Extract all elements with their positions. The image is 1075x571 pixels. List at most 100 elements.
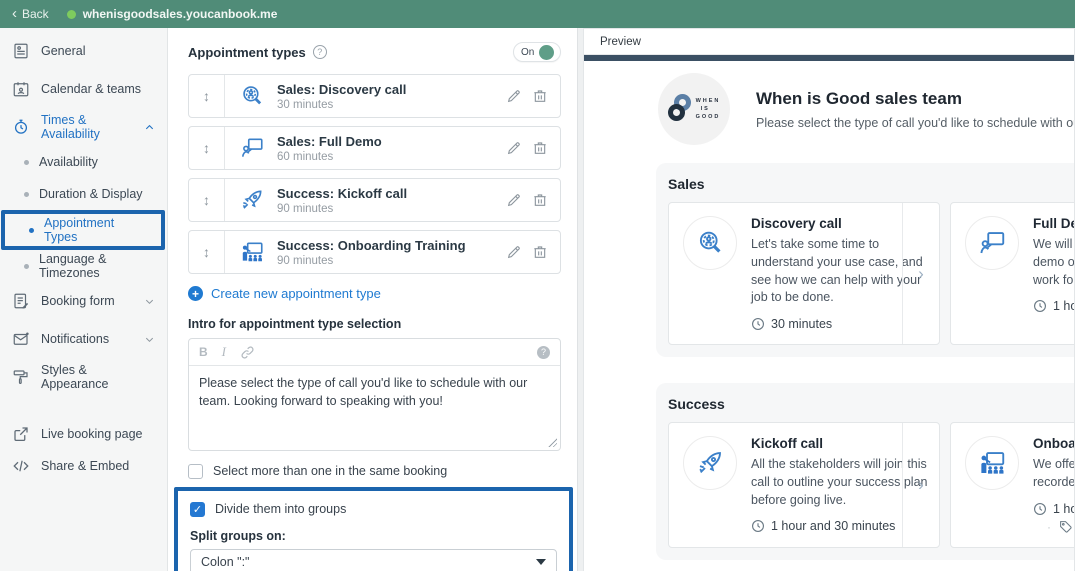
dropdown-caret-icon	[536, 559, 546, 565]
clock-icon	[14, 119, 28, 134]
checkbox-label: Select more than one in the same booking	[213, 464, 448, 478]
appointment-type-duration: 90 minutes	[277, 202, 334, 215]
intro-text: Please select the type of call you'd lik…	[199, 376, 528, 409]
drag-handle[interactable]: ↕	[189, 231, 225, 273]
clock-icon	[752, 318, 764, 330]
full-demo-icon	[241, 138, 263, 157]
sidebar-item-calendar-teams[interactable]: Calendar & teams	[0, 70, 167, 108]
sidebar-item-duration-display[interactable]: Duration & Display	[0, 178, 167, 210]
back-button[interactable]: ‹ Back	[12, 4, 49, 22]
sidebar-item-share-embed[interactable]: Share & Embed	[0, 450, 167, 482]
create-link-label: Create new appointment type	[211, 286, 381, 301]
domain-label: whenisgoodsales.youcanbook.me	[82, 7, 278, 21]
topbar: ‹ Back whenisgoodsales.youcanbook.me	[0, 0, 1075, 28]
bold-button[interactable]: B	[199, 345, 208, 359]
team-intro: Please select the type of call you'd lik…	[756, 115, 1074, 130]
sidebar-item-availability[interactable]: Availability	[0, 146, 167, 178]
preview-card-discovery-call[interactable]: Discovery call Let's take some time to u…	[668, 202, 940, 345]
booking-page-domain[interactable]: whenisgoodsales.youcanbook.me	[66, 7, 278, 21]
delete-icon[interactable]	[532, 140, 548, 156]
card-description: We offer cust recorded trai	[1033, 457, 1075, 489]
delete-icon[interactable]	[532, 244, 548, 260]
sidebar-item-label: Share & Embed	[41, 459, 130, 473]
card-description: Let's take some time to understand your …	[751, 237, 923, 305]
preview-card-full-demo[interactable]: Full Demo We will give y demo of how wor…	[950, 202, 1074, 345]
intro-textarea[interactable]: Please select the type of call you'd lik…	[189, 366, 560, 450]
chevron-up-icon	[145, 124, 154, 129]
sidebar-item-notifications[interactable]: Notifications	[0, 320, 167, 358]
sidebar-item-label: Appointment Types	[44, 216, 115, 244]
edit-icon[interactable]	[506, 140, 522, 156]
team-name: When is Good sales team	[756, 88, 962, 108]
sidebar-item-label: Language & Timezones	[39, 252, 107, 280]
sidebar-divider	[0, 396, 167, 418]
edit-icon[interactable]	[506, 244, 522, 260]
sidebar-item-label: General	[41, 44, 86, 58]
divide-groups-checkbox[interactable]: ✓	[190, 501, 205, 517]
bullet-icon	[24, 263, 29, 269]
back-label: Back	[22, 7, 49, 21]
calendar-icon	[13, 82, 29, 97]
sidebar-item-general[interactable]: General	[0, 32, 167, 70]
annotation-highlight-box: Appointment Types	[1, 210, 165, 250]
intro-field-label: Intro for appointment type selection	[188, 317, 402, 331]
bullet-icon	[24, 159, 29, 165]
drag-handle[interactable]: ↕	[189, 75, 225, 117]
link-button[interactable]	[240, 345, 255, 360]
appointment-type-row: ↕ Sales: Full Demo 60 minutes	[188, 126, 561, 170]
help-icon[interactable]: ?	[312, 45, 327, 59]
preview-tab-label: Preview	[584, 29, 1074, 55]
sidebar-item-live-booking-page[interactable]: Live booking page	[0, 418, 167, 450]
preview-card-onboarding-training[interactable]: Onboarding Training We offer cust record…	[950, 422, 1075, 548]
card-description: All the stakeholders will join this call…	[751, 457, 928, 507]
appointment-types-toggle[interactable]: On	[513, 42, 561, 62]
panel-title: Appointment types	[188, 44, 306, 60]
sidebar-item-label: Booking form	[41, 294, 115, 308]
appointment-type-row: ↕ Success: Onboarding Training 90 minute…	[188, 230, 561, 274]
separator-dot: ·	[1047, 519, 1051, 534]
delete-icon[interactable]	[532, 192, 548, 208]
resize-handle-icon[interactable]	[547, 437, 557, 447]
preview-card-kickoff-call[interactable]: Kickoff call All the stakeholders will j…	[668, 422, 940, 548]
price-tag-icon	[1060, 521, 1072, 533]
chevron-down-icon	[145, 299, 154, 304]
appointment-type-duration: 90 minutes	[277, 254, 334, 267]
mail-icon	[13, 332, 29, 345]
italic-button[interactable]: I	[222, 344, 226, 360]
multi-select-checkbox[interactable]	[188, 463, 203, 479]
when-is-good-logo-icon	[667, 94, 694, 124]
full-demo-icon	[965, 216, 1019, 270]
sidebar-item-language-timezones[interactable]: Language & Timezones	[0, 250, 167, 282]
sidebar-item-booking-form[interactable]: Booking form	[0, 282, 167, 320]
discovery-call-icon	[683, 216, 737, 270]
drag-handle[interactable]: ↕	[189, 127, 225, 169]
clock-icon	[1034, 502, 1046, 515]
bullet-icon	[29, 227, 34, 233]
sidebar-item-times-availability[interactable]: Times & Availability	[0, 108, 167, 146]
sidebar-item-label: Notifications	[41, 332, 110, 346]
back-chevron-icon: ‹	[12, 4, 17, 22]
team-logo: WHEN IS GOOD	[658, 73, 730, 145]
preview-panel: Preview WHEN IS GOOD When is Good sales …	[583, 28, 1075, 571]
create-appointment-type-button[interactable]: + Create new appointment type	[188, 286, 561, 301]
edit-icon[interactable]	[506, 88, 522, 104]
chevron-right-icon: ›	[902, 423, 939, 547]
drag-handle[interactable]: ↕	[189, 179, 225, 221]
appointment-type-name: Success: Onboarding Training	[277, 237, 466, 253]
sidebar-item-label: Availability	[39, 155, 98, 169]
divide-groups-checkbox-row: ✓ Divide them into groups	[190, 497, 557, 521]
toggle-knob	[539, 44, 555, 60]
sidebar-item-styles-appearance[interactable]: Styles & Appearance	[0, 358, 167, 396]
toggle-label: On	[521, 46, 535, 58]
plus-icon: +	[188, 286, 203, 301]
sidebar-item-appointment-types[interactable]: Appointment Types	[5, 214, 161, 246]
onboarding-training-icon	[242, 242, 263, 262]
edit-icon[interactable]	[506, 192, 522, 208]
editor-help-icon[interactable]: ?	[537, 345, 550, 359]
delete-icon[interactable]	[532, 88, 548, 104]
split-groups-select[interactable]: Colon ":"	[190, 549, 557, 571]
sidebar-item-label: Calendar & teams	[41, 82, 142, 96]
kickoff-call-icon	[683, 436, 737, 490]
card-duration: 1 hour	[1053, 299, 1074, 314]
appointment-type-duration: 60 minutes	[277, 150, 334, 163]
